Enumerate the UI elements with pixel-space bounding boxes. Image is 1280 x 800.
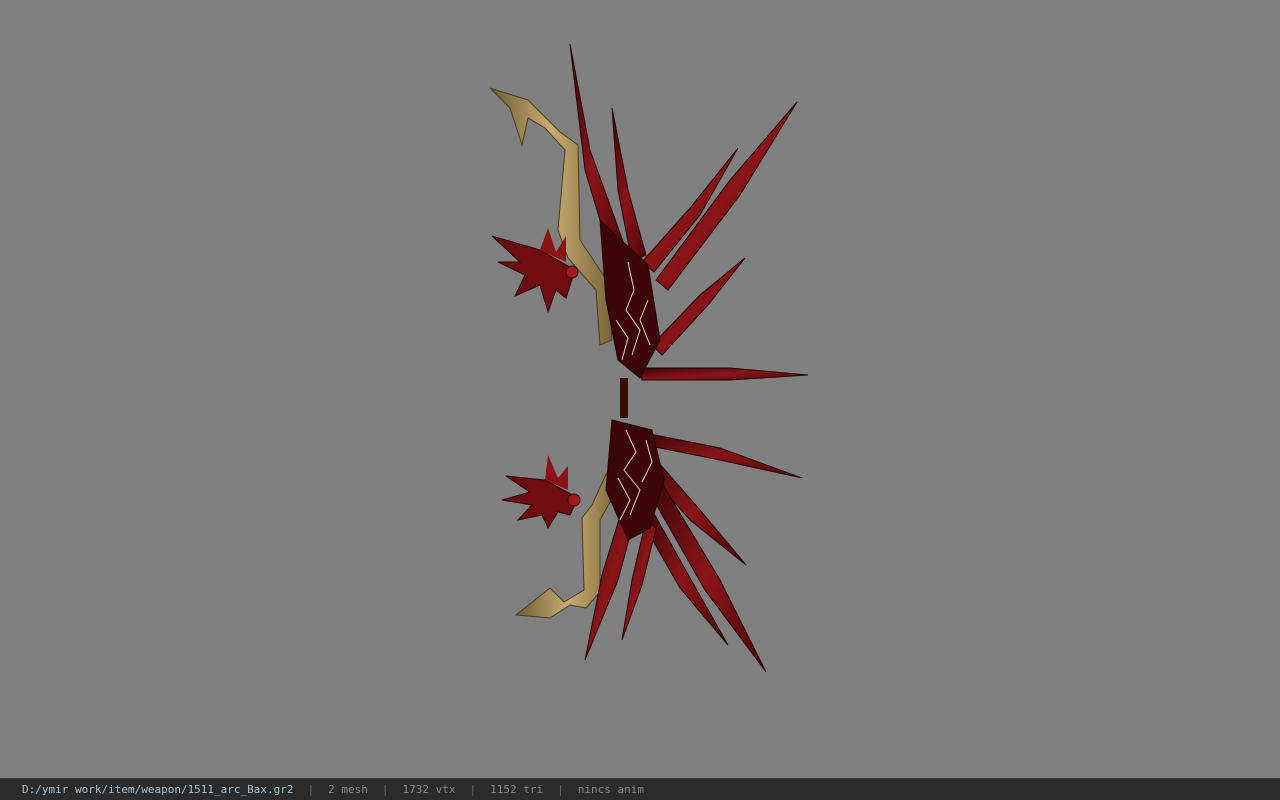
mesh-count: 2 mesh xyxy=(328,783,368,796)
vertex-count: 1732 vtx xyxy=(402,783,456,796)
file-path: D:/ymir work/item/weapon/1511_arc_Bax.gr… xyxy=(22,783,294,796)
triangle-count: 1152 tri xyxy=(490,783,544,796)
bow-model[interactable] xyxy=(0,0,1280,778)
separator: | xyxy=(381,783,389,796)
bow-grip xyxy=(620,378,628,418)
lower-tuft xyxy=(501,455,581,530)
separator: | xyxy=(557,783,564,796)
status-bar: D:/ymir work/item/weapon/1511_arc_Bax.gr… xyxy=(0,778,1280,800)
lower-spikes xyxy=(584,419,803,673)
separator: | xyxy=(307,783,315,796)
3d-viewport[interactable] xyxy=(0,0,1280,778)
upper-tuft xyxy=(491,228,579,314)
animation-status: nincs anim xyxy=(577,783,644,796)
upper-limb-frame xyxy=(489,87,613,346)
separator: | xyxy=(469,783,477,796)
